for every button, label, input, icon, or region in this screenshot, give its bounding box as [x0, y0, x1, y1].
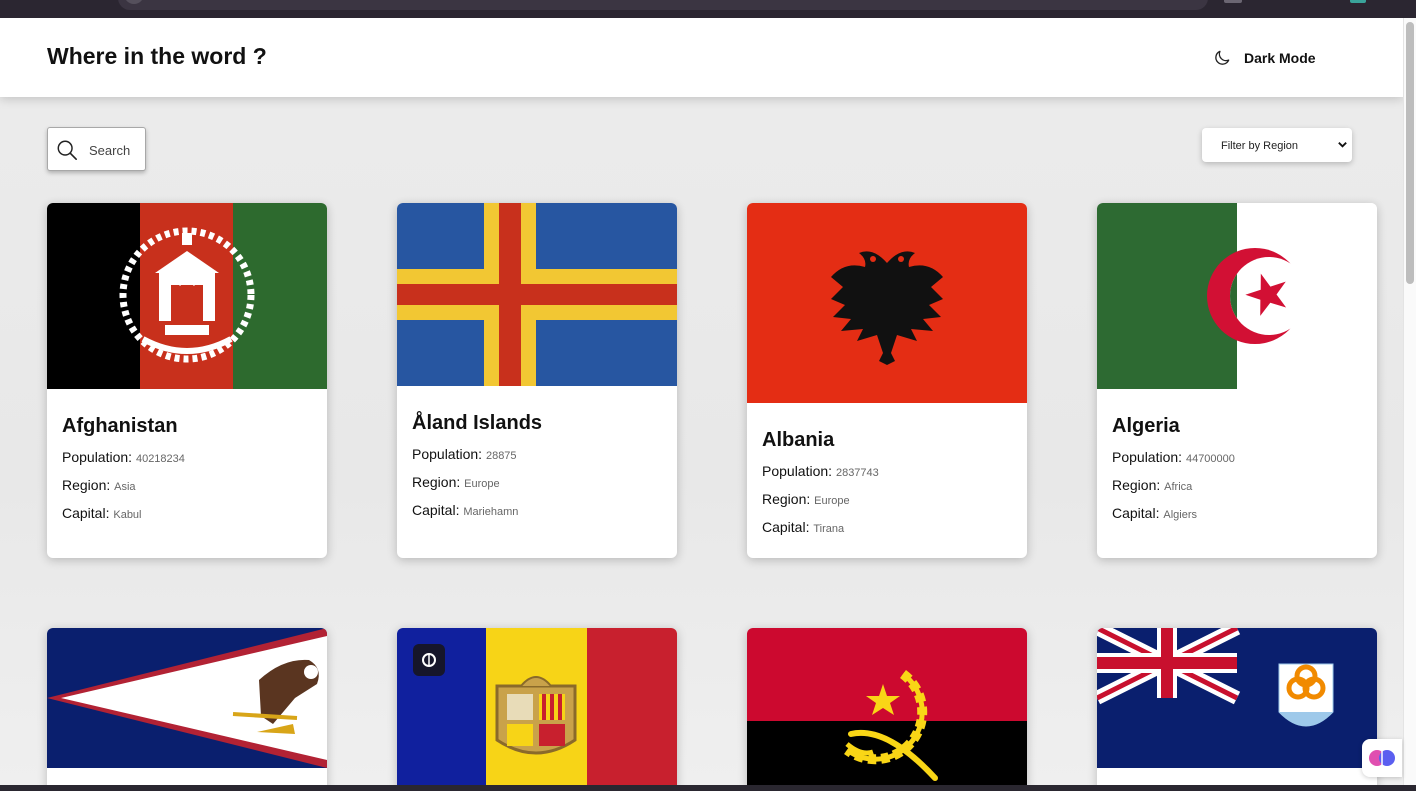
population-value: 40218234	[135, 453, 185, 465]
scrollbar-thumb[interactable]	[1406, 22, 1414, 284]
capital-label: Capital:	[1112, 505, 1160, 521]
capital-row: Capital: Algiers	[1112, 504, 1362, 524]
population-value: 2837743	[835, 467, 879, 479]
capital-value: Kabul	[113, 509, 142, 521]
capital-value: Algiers	[1163, 509, 1197, 521]
extension-icon[interactable]	[1224, 0, 1242, 3]
region-label: Region:	[1112, 477, 1161, 493]
capital-label: Capital:	[412, 502, 460, 518]
population-label: Population:	[62, 449, 133, 465]
capital-row: Capital: Kabul	[62, 504, 312, 524]
filter-selected-value: Filter by Region	[1221, 140, 1299, 152]
chevron-down-icon	[1338, 142, 1347, 148]
region-value: Asia	[114, 481, 136, 493]
moon-icon	[1215, 50, 1230, 65]
dark-mode-label: Dark Mode	[1244, 50, 1316, 66]
region-value: Africa	[1164, 481, 1193, 493]
region-row: Region: Africa	[1112, 476, 1362, 496]
flag-anguilla	[1097, 628, 1377, 768]
population-value: 44700000	[1185, 453, 1235, 465]
region-label: Region:	[62, 477, 111, 493]
flag-aland-islands	[397, 203, 677, 386]
assistant-brain-icon[interactable]	[1362, 739, 1402, 777]
population-label: Population:	[1112, 449, 1183, 465]
population-row: Population: 28875	[412, 445, 662, 465]
region-value: Europe	[464, 478, 500, 490]
search-icon	[57, 140, 77, 160]
population-row: Population: 40218234	[62, 448, 312, 468]
search-box[interactable]	[47, 127, 146, 171]
country-name: Algeria	[1112, 415, 1180, 437]
flag-albania	[747, 203, 1027, 403]
population-label: Population:	[412, 446, 483, 462]
region-label: Region:	[412, 474, 461, 490]
country-card[interactable]	[747, 628, 1027, 785]
region-row: Region: Asia	[62, 476, 312, 496]
window-bottom-edge	[0, 785, 1416, 791]
region-row: Region: Europe	[412, 473, 662, 493]
population-row: Population: 2837743	[762, 462, 1012, 482]
country-name: Albania	[762, 429, 835, 451]
flag-afghanistan	[47, 203, 327, 389]
country-name: Afghanistan	[62, 415, 178, 437]
extension-badge-icon[interactable]	[413, 644, 445, 676]
population-value: 28875	[485, 450, 517, 462]
capital-row: Capital: Tirana	[762, 518, 1012, 538]
capital-label: Capital:	[762, 519, 810, 535]
country-card[interactable]: Algeria Population: 44700000 Region: Afr…	[1097, 203, 1377, 558]
browser-toolbar	[0, 0, 1416, 18]
capital-row: Capital: Mariehamn	[412, 501, 662, 521]
capital-value: Tirana	[813, 523, 845, 535]
flag-american-samoa	[47, 628, 327, 768]
country-name: Åland Islands	[412, 412, 543, 434]
dark-mode-toggle[interactable]: Dark Mode	[1212, 48, 1316, 68]
country-card[interactable]	[1097, 628, 1377, 785]
flag-angola	[747, 628, 1027, 785]
site-header: Where in the word ? Dark Mode	[0, 18, 1403, 97]
flag-algeria	[1097, 203, 1377, 389]
capital-label: Capital:	[62, 505, 110, 521]
region-row: Region: Europe	[762, 490, 1012, 510]
population-row: Population: 44700000	[1112, 448, 1362, 468]
population-label: Population:	[762, 463, 833, 479]
country-card[interactable]: Albania Population: 2837743 Region: Euro…	[747, 203, 1027, 558]
page-title: Where in the word ?	[47, 43, 267, 69]
profile-avatar-icon[interactable]	[1350, 0, 1366, 3]
search-input[interactable]	[89, 140, 143, 160]
page-viewport: Where in the word ? Dark Mode Filter by …	[0, 18, 1416, 785]
region-value: Europe	[814, 495, 850, 507]
country-card[interactable]: Åland Islands Population: 28875 Region: …	[397, 203, 677, 558]
region-filter-select[interactable]: Filter by Region	[1202, 128, 1352, 162]
capital-value: Mariehamn	[463, 506, 519, 518]
region-label: Region:	[762, 491, 811, 507]
country-card[interactable]	[47, 628, 327, 785]
address-bar[interactable]	[118, 0, 1208, 10]
country-card[interactable]: Afghanistan Population: 40218234 Region:…	[47, 203, 327, 558]
